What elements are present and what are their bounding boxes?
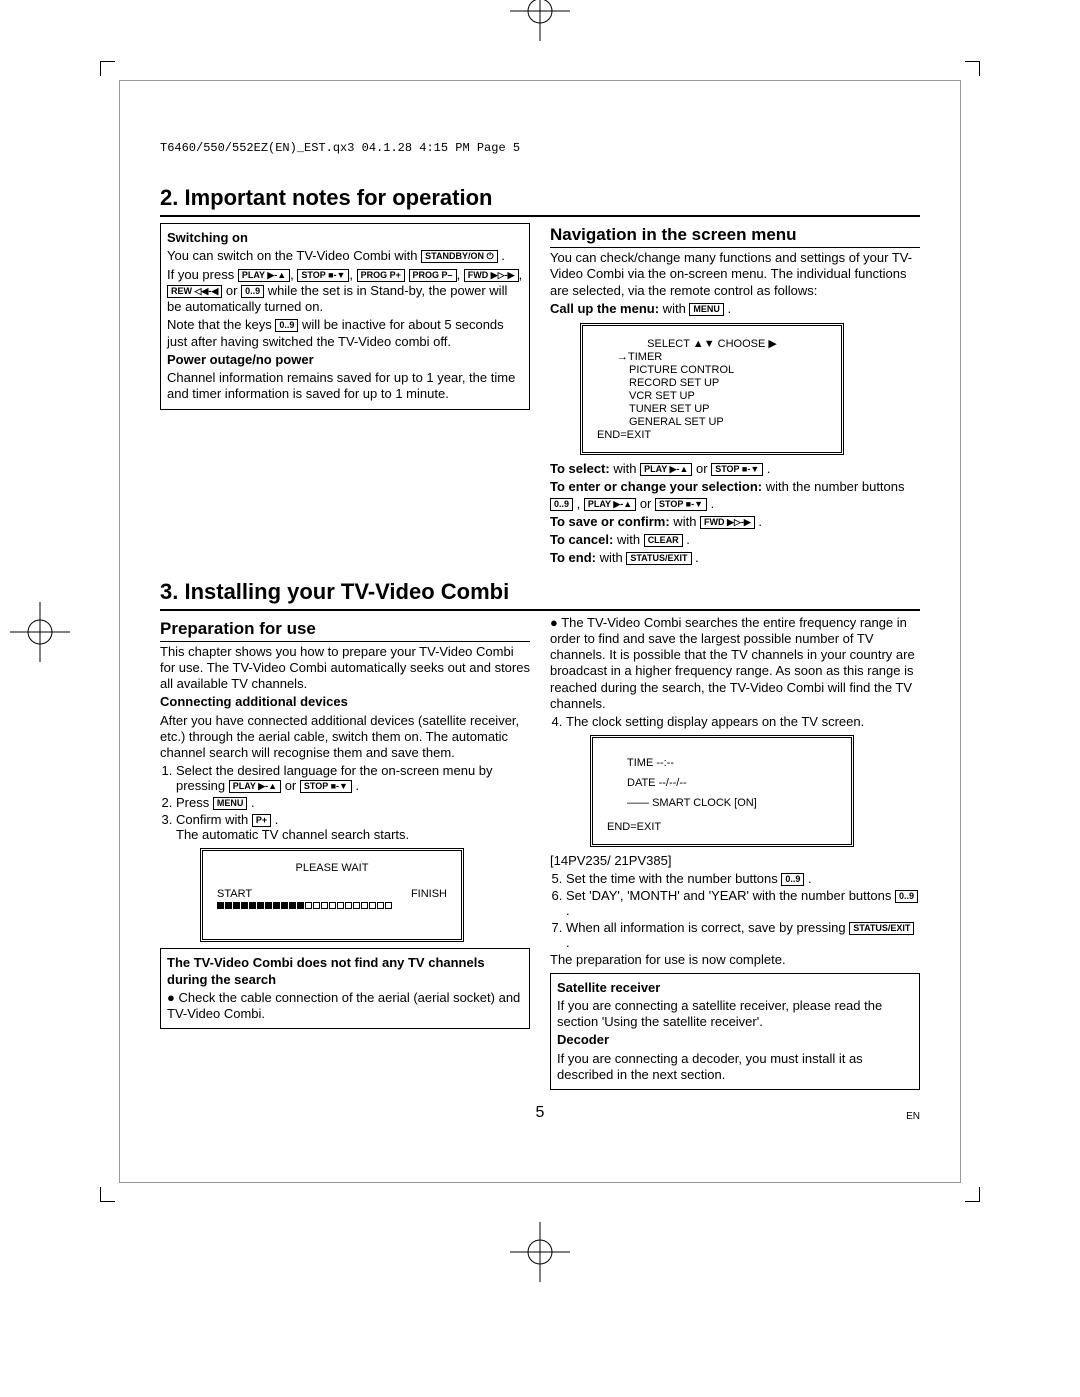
language-code: EN <box>906 1111 920 1122</box>
num-button-label: 0..9 <box>241 285 264 298</box>
body-text: This chapter shows you how to prepare yo… <box>160 644 530 693</box>
standby-button-label: STANDBY/ON ⏻ <box>421 250 497 263</box>
satellite-decoder-box: Satellite receiver If you are connecting… <box>550 973 920 1091</box>
crop-mark <box>965 61 980 76</box>
body-text: To enter or change your selection: with … <box>550 479 920 512</box>
body-text: Call up the menu: with MENU . <box>550 301 920 317</box>
body-text: You can check/change many functions and … <box>550 250 920 299</box>
menu-button-label: MENU <box>689 303 724 316</box>
registration-mark <box>10 602 70 662</box>
step-item: Set the time with the number buttons 0..… <box>566 871 920 886</box>
body-text: To end: with STATUS/EXIT . <box>550 550 920 566</box>
step-item: Set 'DAY', 'MONTH' and 'YEAR' with the n… <box>566 888 920 918</box>
print-header: T6460/550/552EZ(EN)_EST.qx3 04.1.28 4:15… <box>160 141 920 155</box>
nav-menu-heading: Navigation in the screen menu <box>550 225 920 248</box>
registration-mark <box>510 1222 570 1282</box>
registration-mark <box>510 0 570 41</box>
osd-menu-preview: SELECT ▲▼ CHOOSE ▶ →TIMER PICTURE CONTRO… <box>580 323 844 455</box>
section-title-operation: 2. Important notes for operation <box>160 185 920 217</box>
power-outage-heading: Power outage/no power <box>167 352 523 368</box>
decoder-heading: Decoder <box>557 1032 913 1048</box>
crop-mark <box>100 1187 115 1202</box>
step-list: Set the time with the number buttons 0..… <box>566 871 920 950</box>
preparation-heading: Preparation for use <box>160 619 530 642</box>
right-column: ● The TV-Video Combi searches the entire… <box>550 613 920 1095</box>
switching-on-box: Switching on You can switch on the TV-Vi… <box>160 223 530 410</box>
columns-operation: Switching on You can switch on the TV-Vi… <box>160 219 920 569</box>
body-text: If you are connecting a satellite receiv… <box>557 998 913 1031</box>
left-column: Switching on You can switch on the TV-Vi… <box>160 219 530 569</box>
progp-button-label: PROG P+ <box>357 269 405 282</box>
body-text: After you have connected additional devi… <box>160 713 530 762</box>
model-label: [14PV235/ 21PV385] <box>550 853 920 869</box>
body-text: Note that the keys 0..9 will be inactive… <box>167 317 523 350</box>
osd-search-preview: PLEASE WAIT STARTFINISH <box>200 848 464 942</box>
body-text: To cancel: with CLEAR . <box>550 532 920 548</box>
body-text: Channel information remains saved for up… <box>167 370 523 403</box>
step-item: Select the desired language for the on-s… <box>176 763 530 793</box>
body-text: If you press PLAY ▶-▲, STOP ■-▼, PROG P+… <box>167 267 523 316</box>
switching-on-heading: Switching on <box>167 230 523 246</box>
progress-bar <box>217 902 447 909</box>
num-button-label: 0..9 <box>275 319 298 332</box>
body-text: To select: with PLAY ▶-▲ or STOP ■-▼ . <box>550 461 920 477</box>
section-title-installing: 3. Installing your TV-Video Combi <box>160 579 920 611</box>
step-item: Press MENU . <box>176 795 530 810</box>
manual-page: T6460/550/552EZ(EN)_EST.qx3 04.1.28 4:15… <box>119 80 961 1183</box>
step-item: Confirm with P+ .The automatic TV channe… <box>176 812 530 842</box>
step-list: Select the desired language for the on-s… <box>176 763 530 842</box>
connecting-heading: Connecting additional devices <box>160 694 530 710</box>
satellite-heading: Satellite receiver <box>557 980 913 996</box>
page-number: 5 <box>160 1104 920 1122</box>
body-text: The preparation for use is now complete. <box>550 952 920 968</box>
crop-mark <box>965 1187 980 1202</box>
body-text: If you are connecting a decoder, you mus… <box>557 1051 913 1084</box>
step-item: The clock setting display appears on the… <box>566 714 920 729</box>
stop-button-label: STOP ■-▼ <box>297 269 349 282</box>
right-column: Navigation in the screen menu You can ch… <box>550 219 920 569</box>
rew-button-label: REW ◁◀-◀ <box>167 285 222 298</box>
fwd-button-label: FWD ▶▷-▶ <box>464 269 519 282</box>
no-channels-heading: The TV-Video Combi does not find any TV … <box>167 955 523 988</box>
step-item: When all information is correct, save by… <box>566 920 920 950</box>
columns-installing: Preparation for use This chapter shows y… <box>160 613 920 1095</box>
crop-mark <box>100 61 115 76</box>
progm-button-label: PROG P– <box>409 269 457 282</box>
body-text: To save or confirm: with FWD ▶▷-▶ . <box>550 514 920 530</box>
play-button-label: PLAY ▶-▲ <box>238 269 290 282</box>
left-column: Preparation for use This chapter shows y… <box>160 613 530 1095</box>
step-list: The clock setting display appears on the… <box>566 714 920 729</box>
body-text: ● The TV-Video Combi searches the entire… <box>550 615 920 713</box>
no-channels-box: The TV-Video Combi does not find any TV … <box>160 948 530 1029</box>
body-text: ● Check the cable connection of the aeri… <box>167 990 523 1023</box>
body-text: You can switch on the TV-Video Combi wit… <box>167 248 523 264</box>
osd-clock-preview: TIME --:-- DATE --/--/-- —— SMART CLOCK … <box>590 735 854 847</box>
